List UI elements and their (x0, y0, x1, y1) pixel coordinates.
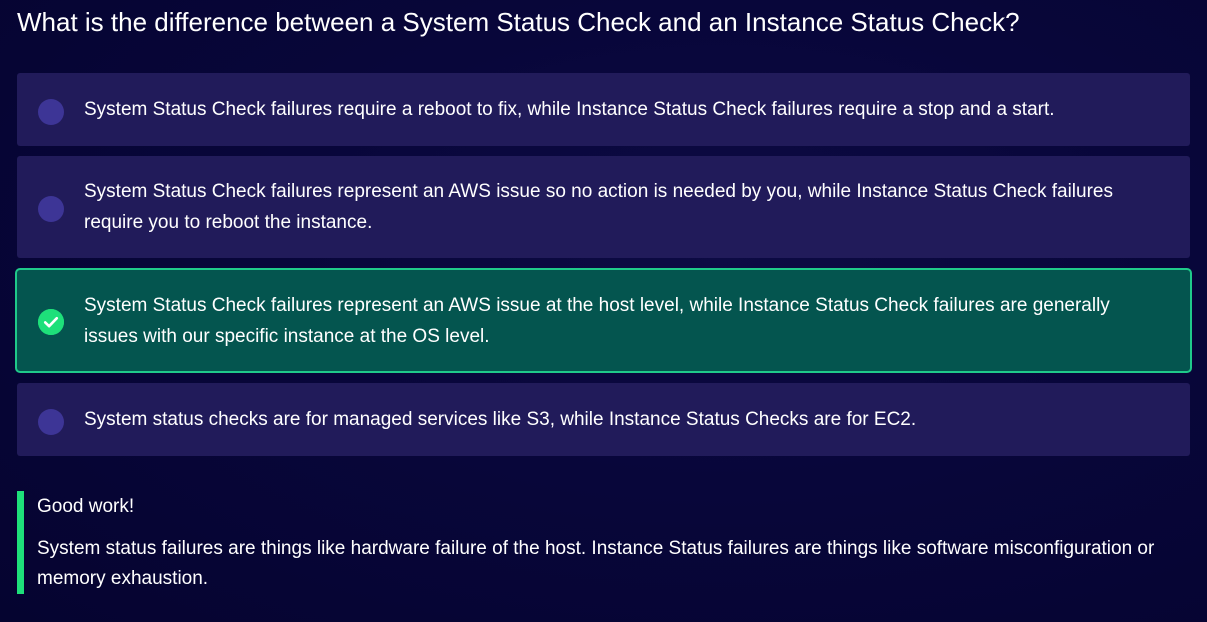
answer-option-text: System Status Check failures represent a… (84, 181, 1113, 233)
feedback-title: Good work! (37, 496, 135, 517)
answer-option-text: System Status Check failures represent a… (84, 294, 1110, 347)
answer-option-2[interactable]: System Status Check failures represent a… (17, 156, 1190, 258)
answer-options: System Status Check failures require a r… (15, 73, 1192, 466)
feedback-panel: Good work! System status failures are th… (17, 491, 1190, 594)
radio-circle-icon[interactable] (38, 98, 64, 125)
radio-circle-icon[interactable] (38, 196, 64, 222)
answer-option-4[interactable]: System status checks are for managed ser… (17, 383, 1190, 456)
answer-option-3-selected[interactable]: System Status Check failures represent a… (15, 268, 1192, 373)
feedback-explanation: System status failures are things like h… (37, 538, 1155, 589)
checkmark-circle-icon[interactable] (38, 308, 64, 335)
question-title: What is the difference between a System … (17, 7, 1020, 37)
answer-option-1[interactable]: System Status Check failures require a r… (17, 73, 1190, 146)
answer-option-text: System Status Check failures require a r… (84, 99, 1055, 120)
answer-option-text: System status checks are for managed ser… (84, 409, 917, 430)
radio-circle-icon[interactable] (38, 408, 64, 435)
